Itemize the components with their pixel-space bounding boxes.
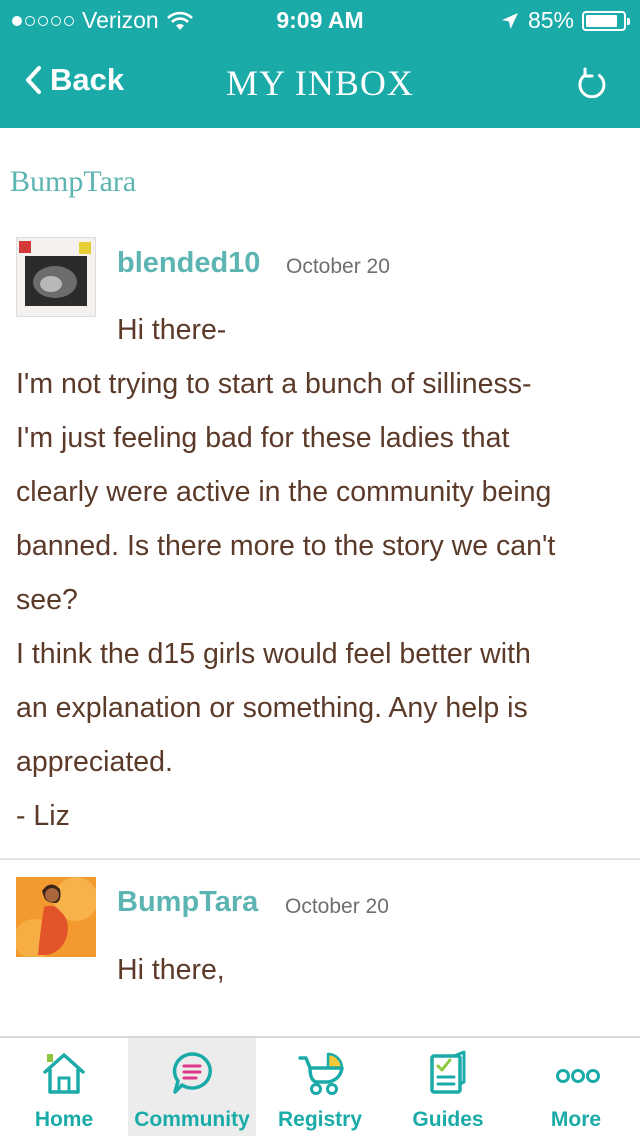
message-body: I'm not trying to start a bunch of silli… — [16, 357, 555, 843]
tab-guides[interactable]: Guides — [384, 1038, 512, 1136]
message-line: - Liz — [16, 800, 70, 832]
back-label: Back — [50, 62, 125, 97]
home-icon — [43, 1053, 85, 1094]
tab-label: Guides — [412, 1108, 484, 1131]
battery-fill — [586, 14, 617, 27]
app-header: Verizon 9:09 AM 85% Back MY INBOX — [0, 0, 640, 128]
refresh-icon[interactable] — [574, 66, 610, 102]
tab-community[interactable]: Community — [128, 1038, 256, 1136]
message-line: I'm just feeling bad for these ladies th… — [16, 422, 510, 454]
thread-title: BumpTara — [10, 165, 137, 198]
tab-label: Registry — [277, 1108, 363, 1131]
message-date: October 20 — [286, 255, 390, 278]
more-dots-icon — [556, 1069, 600, 1083]
message-line: banned. Is there more to the story we ca… — [16, 530, 556, 562]
message-sender[interactable]: blended10 — [117, 247, 260, 280]
avatar-bumptara[interactable] — [14, 877, 98, 959]
message-line: I'm not trying to start a bunch of silli… — [16, 368, 532, 400]
chat-icon — [172, 1052, 212, 1094]
message-line: clearly were active in the community bei… — [16, 476, 552, 508]
tab-label: Home — [34, 1108, 94, 1131]
status-right: 85% — [500, 7, 630, 34]
tab-label: Community — [134, 1108, 250, 1131]
message-line: appreciated. — [16, 746, 173, 778]
battery-icon — [582, 10, 630, 31]
message-line: I think the d15 girls would feel better … — [16, 638, 531, 670]
message-greeting: Hi there, — [117, 954, 225, 986]
checklist-icon — [430, 1050, 466, 1094]
tab-registry[interactable]: Registry — [256, 1038, 384, 1136]
tab-home[interactable]: Home — [0, 1038, 128, 1136]
message-greeting: Hi there- — [117, 314, 227, 346]
message-line: an explanation or something. Any help is — [16, 692, 528, 724]
battery-percent: 85% — [527, 7, 574, 33]
message-date: October 20 — [285, 895, 389, 918]
back-button[interactable]: Back — [24, 62, 124, 98]
ultrasound-photo-icon — [17, 238, 95, 316]
tab-more[interactable]: More — [512, 1038, 640, 1136]
avatar-blended10[interactable] — [16, 237, 96, 317]
pregnant-woman-avatar-icon — [14, 877, 98, 959]
tab-bar: Home Community Registry Guides More — [0, 1036, 640, 1136]
status-bar: Verizon 9:09 AM 85% — [0, 0, 640, 40]
tab-label: More — [550, 1108, 602, 1131]
message-divider — [0, 858, 640, 860]
stroller-icon — [298, 1052, 344, 1095]
location-arrow-icon — [501, 12, 518, 29]
message-sender[interactable]: BumpTara — [117, 886, 258, 919]
message-line: see? — [16, 584, 78, 616]
chevron-left-icon — [26, 66, 41, 94]
